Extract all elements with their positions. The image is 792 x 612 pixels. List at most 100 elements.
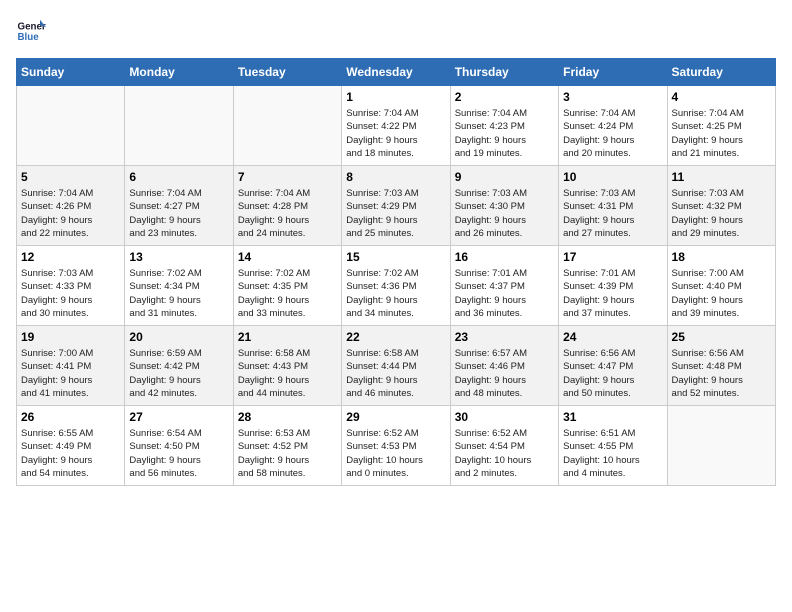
calendar-day-cell: 5Sunrise: 7:04 AM Sunset: 4:26 PM Daylig… xyxy=(17,166,125,246)
day-of-week-header: Thursday xyxy=(450,59,558,86)
day-number: 2 xyxy=(455,90,554,104)
day-info: Sunrise: 6:52 AM Sunset: 4:53 PM Dayligh… xyxy=(346,427,445,480)
calendar-day-cell: 13 Sunrise: 7:02 AM Sunset: 4:34 PM Dayli… xyxy=(125,246,233,326)
calendar-day-cell: 21 Sunrise: 6:58 AM Sunset: 4:43 PM Dayli… xyxy=(233,326,341,406)
calendar-day-cell xyxy=(233,86,341,166)
day-info: Sunrise: 7:00 AM Sunset: 4:41 PM Dayligh… xyxy=(21,347,120,400)
calendar-day-cell: 14 Sunrise: 7:02 AM Sunset: 4:35 PM Dayli… xyxy=(233,246,341,326)
calendar-day-cell: 22Sunrise: 6:58 AM Sunset: 4:44 PM Dayli… xyxy=(342,326,450,406)
day-number: 11 xyxy=(672,170,771,184)
day-info: Sunrise: 7:03 AM Sunset: 4:29 PM Dayligh… xyxy=(346,187,445,240)
day-number: 8 xyxy=(346,170,445,184)
calendar-day-cell xyxy=(667,406,775,486)
calendar-day-cell: 6Sunrise: 7:04 AM Sunset: 4:27 PM Daylig… xyxy=(125,166,233,246)
calendar-day-cell: 8 Sunrise: 7:03 AM Sunset: 4:29 PM Daylig… xyxy=(342,166,450,246)
calendar-day-cell: 10Sunrise: 7:03 AM Sunset: 4:31 PM Dayli… xyxy=(559,166,667,246)
day-info: Sunrise: 6:54 AM Sunset: 4:50 PM Dayligh… xyxy=(129,427,228,480)
day-number: 27 xyxy=(129,410,228,424)
day-info: Sunrise: 7:04 AM Sunset: 4:25 PM Dayligh… xyxy=(672,107,771,160)
calendar-day-cell: 1 Sunrise: 7:04 AM Sunset: 4:22 PM Daylig… xyxy=(342,86,450,166)
day-number: 30 xyxy=(455,410,554,424)
logo: General Blue xyxy=(16,16,46,46)
day-of-week-header: Tuesday xyxy=(233,59,341,86)
day-info: Sunrise: 7:04 AM Sunset: 4:22 PM Dayligh… xyxy=(346,107,445,160)
day-info: Sunrise: 7:03 AM Sunset: 4:30 PM Dayligh… xyxy=(455,187,554,240)
calendar-day-cell: 18 Sunrise: 7:00 AM Sunset: 4:40 PM Dayli… xyxy=(667,246,775,326)
day-number: 29 xyxy=(346,410,445,424)
day-number: 4 xyxy=(672,90,771,104)
day-info: Sunrise: 7:03 AM Sunset: 4:32 PM Dayligh… xyxy=(672,187,771,240)
day-of-week-header: Saturday xyxy=(667,59,775,86)
calendar-day-cell xyxy=(125,86,233,166)
page-header: General Blue xyxy=(16,16,776,46)
day-info: Sunrise: 7:02 AM Sunset: 4:35 PM Dayligh… xyxy=(238,267,337,320)
day-of-week-header: Sunday xyxy=(17,59,125,86)
calendar-week-row: 1 Sunrise: 7:04 AM Sunset: 4:22 PM Daylig… xyxy=(17,86,776,166)
calendar-day-cell: 3Sunrise: 7:04 AM Sunset: 4:24 PM Daylig… xyxy=(559,86,667,166)
day-number: 14 xyxy=(238,250,337,264)
day-number: 31 xyxy=(563,410,662,424)
day-info: Sunrise: 7:02 AM Sunset: 4:34 PM Dayligh… xyxy=(129,267,228,320)
calendar-day-cell: 23Sunrise: 6:57 AM Sunset: 4:46 PM Dayli… xyxy=(450,326,558,406)
day-info: Sunrise: 7:04 AM Sunset: 4:28 PM Dayligh… xyxy=(238,187,337,240)
day-number: 19 xyxy=(21,330,120,344)
day-number: 7 xyxy=(238,170,337,184)
day-of-week-header: Friday xyxy=(559,59,667,86)
calendar-day-cell: 30 Sunrise: 6:52 AM Sunset: 4:54 PM Dayli… xyxy=(450,406,558,486)
calendar-table: SundayMondayTuesdayWednesdayThursdayFrid… xyxy=(16,58,776,486)
calendar-header-row: SundayMondayTuesdayWednesdayThursdayFrid… xyxy=(17,59,776,86)
calendar-week-row: 19 Sunrise: 7:00 AM Sunset: 4:41 PM Dayli… xyxy=(17,326,776,406)
day-number: 1 xyxy=(346,90,445,104)
day-info: Sunrise: 6:56 AM Sunset: 4:47 PM Dayligh… xyxy=(563,347,662,400)
calendar-day-cell: 17 Sunrise: 7:01 AM Sunset: 4:39 PM Dayli… xyxy=(559,246,667,326)
calendar-day-cell: 15Sunrise: 7:02 AM Sunset: 4:36 PM Dayli… xyxy=(342,246,450,326)
day-info: Sunrise: 6:53 AM Sunset: 4:52 PM Dayligh… xyxy=(238,427,337,480)
day-info: Sunrise: 6:51 AM Sunset: 4:55 PM Dayligh… xyxy=(563,427,662,480)
day-info: Sunrise: 7:03 AM Sunset: 4:31 PM Dayligh… xyxy=(563,187,662,240)
calendar-day-cell: 9 Sunrise: 7:03 AM Sunset: 4:30 PM Daylig… xyxy=(450,166,558,246)
calendar-day-cell: 24 Sunrise: 6:56 AM Sunset: 4:47 PM Dayli… xyxy=(559,326,667,406)
calendar-day-cell: 27 Sunrise: 6:54 AM Sunset: 4:50 PM Dayli… xyxy=(125,406,233,486)
day-info: Sunrise: 6:56 AM Sunset: 4:48 PM Dayligh… xyxy=(672,347,771,400)
day-info: Sunrise: 7:00 AM Sunset: 4:40 PM Dayligh… xyxy=(672,267,771,320)
day-number: 9 xyxy=(455,170,554,184)
day-info: Sunrise: 7:01 AM Sunset: 4:37 PM Dayligh… xyxy=(455,267,554,320)
day-info: Sunrise: 6:58 AM Sunset: 4:43 PM Dayligh… xyxy=(238,347,337,400)
day-number: 24 xyxy=(563,330,662,344)
calendar-day-cell: 28 Sunrise: 6:53 AM Sunset: 4:52 PM Dayli… xyxy=(233,406,341,486)
day-number: 18 xyxy=(672,250,771,264)
day-info: Sunrise: 7:01 AM Sunset: 4:39 PM Dayligh… xyxy=(563,267,662,320)
day-number: 20 xyxy=(129,330,228,344)
day-info: Sunrise: 6:55 AM Sunset: 4:49 PM Dayligh… xyxy=(21,427,120,480)
day-number: 26 xyxy=(21,410,120,424)
calendar-day-cell: 25Sunrise: 6:56 AM Sunset: 4:48 PM Dayli… xyxy=(667,326,775,406)
calendar-day-cell: 2 Sunrise: 7:04 AM Sunset: 4:23 PM Daylig… xyxy=(450,86,558,166)
day-number: 28 xyxy=(238,410,337,424)
day-number: 5 xyxy=(21,170,120,184)
calendar-week-row: 5Sunrise: 7:04 AM Sunset: 4:26 PM Daylig… xyxy=(17,166,776,246)
calendar-week-row: 12Sunrise: 7:03 AM Sunset: 4:33 PM Dayli… xyxy=(17,246,776,326)
day-info: Sunrise: 7:04 AM Sunset: 4:23 PM Dayligh… xyxy=(455,107,554,160)
day-of-week-header: Wednesday xyxy=(342,59,450,86)
calendar-day-cell: 19 Sunrise: 7:00 AM Sunset: 4:41 PM Dayli… xyxy=(17,326,125,406)
logo-icon: General Blue xyxy=(16,16,46,46)
day-number: 23 xyxy=(455,330,554,344)
calendar-week-row: 26 Sunrise: 6:55 AM Sunset: 4:49 PM Dayli… xyxy=(17,406,776,486)
calendar-day-cell: 26 Sunrise: 6:55 AM Sunset: 4:49 PM Dayli… xyxy=(17,406,125,486)
day-number: 3 xyxy=(563,90,662,104)
day-number: 13 xyxy=(129,250,228,264)
day-info: Sunrise: 6:52 AM Sunset: 4:54 PM Dayligh… xyxy=(455,427,554,480)
calendar-day-cell: 31 Sunrise: 6:51 AM Sunset: 4:55 PM Dayli… xyxy=(559,406,667,486)
calendar-day-cell xyxy=(17,86,125,166)
day-info: Sunrise: 6:59 AM Sunset: 4:42 PM Dayligh… xyxy=(129,347,228,400)
day-info: Sunrise: 7:04 AM Sunset: 4:27 PM Dayligh… xyxy=(129,187,228,240)
day-info: Sunrise: 6:58 AM Sunset: 4:44 PM Dayligh… xyxy=(346,347,445,400)
calendar-day-cell: 11 Sunrise: 7:03 AM Sunset: 4:32 PM Dayli… xyxy=(667,166,775,246)
calendar-day-cell: 12Sunrise: 7:03 AM Sunset: 4:33 PM Dayli… xyxy=(17,246,125,326)
day-number: 21 xyxy=(238,330,337,344)
day-info: Sunrise: 7:02 AM Sunset: 4:36 PM Dayligh… xyxy=(346,267,445,320)
day-number: 17 xyxy=(563,250,662,264)
day-number: 12 xyxy=(21,250,120,264)
calendar-day-cell: 4 Sunrise: 7:04 AM Sunset: 4:25 PM Daylig… xyxy=(667,86,775,166)
svg-text:Blue: Blue xyxy=(18,32,40,43)
